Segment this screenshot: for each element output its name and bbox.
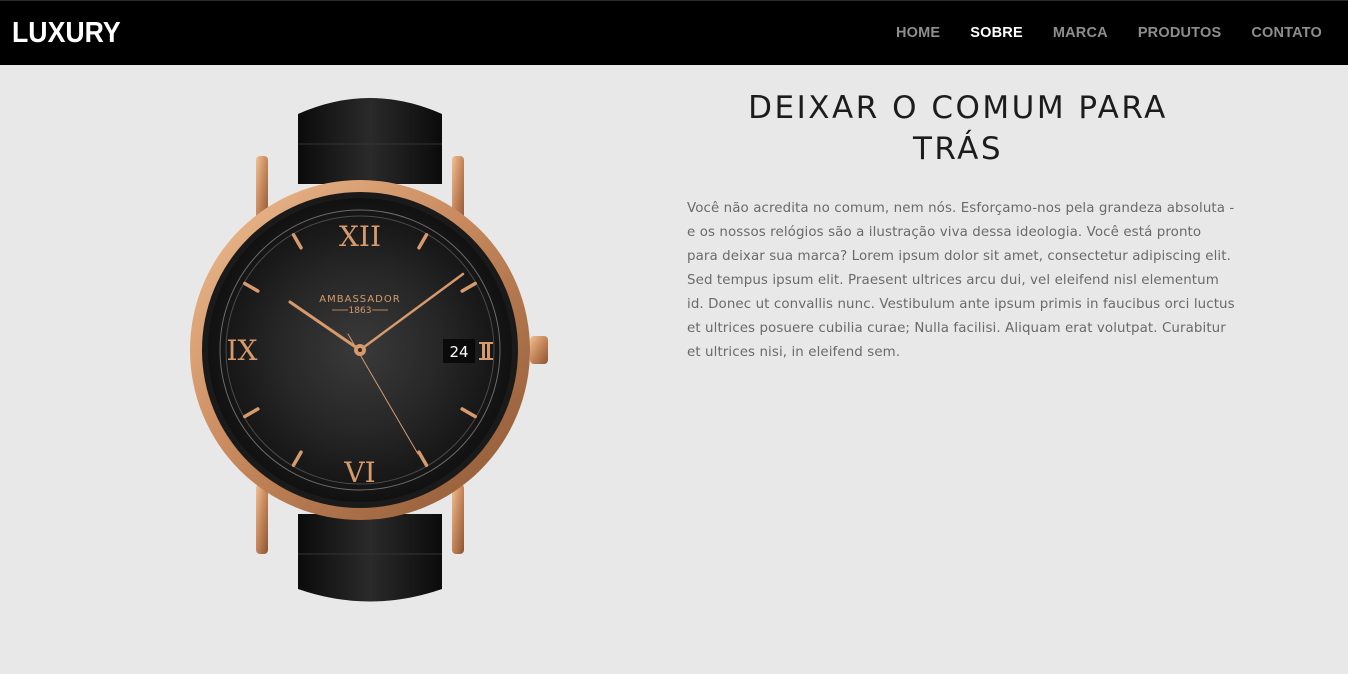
watch-year: 1863 [349, 306, 372, 316]
strap-top [298, 98, 442, 184]
top-navbar: LUXURY HOME SOBRE MARCA PRODUTOS CONTATO [0, 0, 1348, 65]
watch-crown [530, 336, 548, 364]
paragraph-1: Você não acredita no comum, nem nós. Esf… [687, 201, 1235, 264]
nav-produtos[interactable]: PRODUTOS [1138, 25, 1222, 41]
hero-heading: DEIXAR O COMUM PARA TRÁS [708, 88, 1208, 170]
heading-line-2: TRÁS [912, 131, 1004, 167]
watch-image: XII IX VI 24 AMBASSADOR 1863 [180, 84, 560, 614]
numeral-ix: IX [227, 334, 258, 367]
strap-bottom [298, 514, 442, 602]
paragraph-2: Sed tempus ipsum elit. Praesent ultrices… [687, 273, 1235, 360]
date-window: 24 [449, 343, 468, 361]
main-nav: HOME SOBRE MARCA PRODUTOS CONTATO [866, 25, 1322, 41]
nav-contato[interactable]: CONTATO [1251, 25, 1322, 41]
numeral-xii: XII [339, 220, 381, 253]
nav-marca[interactable]: MARCA [1053, 25, 1108, 41]
hero-description: Você não acredita no comum, nem nós. Esf… [687, 197, 1235, 365]
numeral-vi: VI [343, 456, 375, 489]
watch-brand: AMBASSADOR [319, 294, 400, 305]
heading-line-1: DEIXAR O COMUM PARA [748, 90, 1168, 126]
nav-sobre[interactable]: SOBRE [970, 25, 1023, 41]
nav-home[interactable]: HOME [896, 25, 940, 41]
site-logo[interactable]: LUXURY [12, 17, 121, 50]
